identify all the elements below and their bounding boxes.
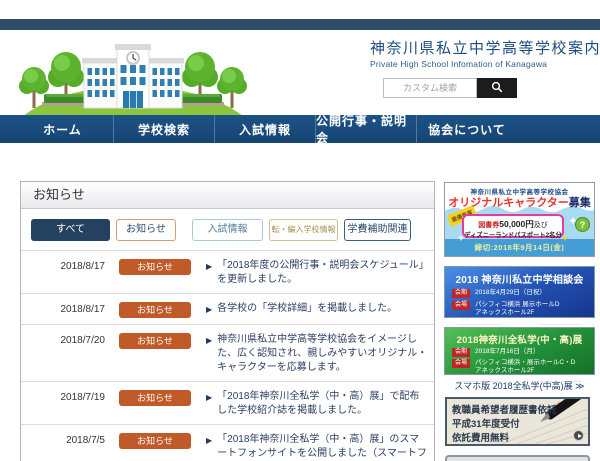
prize-amount: 50,000円: [499, 219, 534, 229]
nav-item-exam-info[interactable]: 入試情報: [214, 115, 315, 143]
tab-transfer-info[interactable]: 転・編入学校情報: [269, 219, 338, 241]
resume-banner-line2: 平成31年度受付: [452, 416, 520, 430]
news-category-badge: お知らせ: [119, 333, 191, 349]
resume-consignment-banner[interactable]: 教職員希望者履歴書依託 平成31年度受付 依託費用無料: [445, 397, 590, 446]
news-date: 2018/8/17: [21, 259, 105, 272]
tab-tuition-aid[interactable]: 学費補助関連: [344, 219, 411, 241]
news-date: 2018/8/17: [21, 302, 105, 315]
news-link[interactable]: 各学校の「学校詳細」を掲載しました。: [217, 302, 397, 317]
private-school-expo-banner[interactable]: 2018神奈川全私学(中・高)展 会期 2018年7月16日（月） 会場 パシフ…: [444, 327, 595, 375]
triangle-bullet-icon: ▶: [206, 433, 212, 461]
nav-item-home[interactable]: ホーム: [12, 115, 113, 143]
event-date: 2018年4月29日（日祝）: [475, 289, 546, 299]
news-row: 2018/7/20 お知らせ ▶神奈川県私立中学高等学校協会をイメージした、広く…: [21, 324, 434, 381]
tab-news[interactable]: お知らせ: [116, 219, 176, 241]
news-link[interactable]: 「2018年度の公開行事・説明会スケジュール」を更新しました。: [217, 259, 428, 287]
venue-line2: アネックスホール2F: [475, 367, 534, 374]
news-link[interactable]: 「2018年神奈川全私学（中・高）展」のスマートフォンサイトを公開しました（スマ…: [217, 433, 428, 461]
search-input[interactable]: [383, 78, 477, 98]
title-suffix: 募集: [569, 197, 591, 209]
triangle-bullet-icon: ▶: [206, 259, 212, 287]
nav-item-about[interactable]: 協会について: [416, 115, 517, 143]
character-recruitment-banner[interactable]: 神奈川県私立中学高等学校協会 オリジナルキャラクター募集 最優秀賞 図書券50,…: [444, 182, 595, 257]
news-category-badge: お知らせ: [119, 390, 191, 406]
magnifier-icon: [491, 81, 503, 96]
news-category-badge: お知らせ: [119, 302, 191, 318]
resume-banner-line1: 教職員希望者履歴書依託: [452, 402, 557, 416]
news-row: 2018/8/17 お知らせ ▶「2018年度の公開行事・説明会スケジュール」を…: [21, 250, 434, 293]
venue-line2: アネックスホール2F: [475, 309, 534, 316]
event-date-badge: 会期: [452, 348, 470, 357]
news-row: 2018/7/19 お知らせ ▶「2018年神奈川全私学（中・高）展」で配布した…: [21, 381, 434, 424]
news-panel: お知らせ すべて お知らせ 入試情報 転・編入学校情報 学費補助関連 2018/…: [20, 181, 435, 461]
search-button[interactable]: [477, 78, 517, 98]
venue-line1: パシフィコ横浜・展示ホールC・D: [475, 359, 575, 366]
partial-bottom-banner[interactable]: [445, 455, 590, 461]
tab-exam-info[interactable]: 入試情報: [192, 219, 263, 241]
event-venue-badge: 会場: [452, 301, 470, 310]
triangle-bullet-icon: ▶: [206, 333, 212, 375]
resume-banner-line3: 依託費用無料: [452, 430, 509, 444]
news-row: 2018/7/5 お知らせ ▶「2018年神奈川全私学（中・高）展」のスマートフ…: [21, 424, 434, 461]
event-date: 2018年7月16日（月）: [475, 348, 539, 358]
venue-line1: パシフィコ横浜 展示ホールD: [475, 301, 559, 308]
consultation-event-banner[interactable]: 2018 神奈川私立中学相談会 会期 2018年4月29日（日祝） 会場 パシフ…: [444, 266, 595, 318]
triangle-bullet-icon: ▶: [206, 302, 212, 317]
event-title: 2018 神奈川私立中学相談会: [452, 271, 587, 286]
search-bar: [383, 78, 517, 98]
tab-all[interactable]: すべて: [31, 219, 110, 241]
prize-and: 及び: [534, 222, 548, 229]
news-date: 2018/7/19: [21, 390, 105, 403]
site-title-block: 神奈川県私立中学高等学校案内 Private High School Infom…: [370, 37, 598, 69]
top-navy-strip: [0, 19, 600, 30]
school-illustration: [8, 36, 258, 115]
news-date: 2018/7/5: [21, 433, 105, 446]
page: 神奈川県私立中学高等学校案内 Private High School Infom…: [0, 0, 600, 461]
prize-label: 図書券: [478, 222, 499, 229]
prize-line2: ディズニーランドパスポート2名分: [464, 230, 562, 239]
news-filter-tabs: すべて お知らせ 入試情報 転・編入学校情報 学費補助関連: [21, 209, 434, 250]
news-date: 2018/7/20: [21, 333, 105, 346]
main-nav: ホーム 学校検索 入試情報 公開行事・説明会 協会について: [0, 115, 600, 143]
triangle-bullet-icon: ▶: [206, 390, 212, 418]
event-venue: パシフィコ横浜・展示ホールC・Dアネックスホール2F: [475, 359, 575, 376]
news-link[interactable]: 「2018年神奈川全私学（中・高）展」で配布した学校紹介誌を掲載しました。: [217, 390, 428, 418]
nav-item-events[interactable]: 公開行事・説明会: [315, 115, 416, 143]
deadline-text: 締切:2018年9月14日(金): [445, 242, 594, 253]
event-date-badge: 会期: [452, 289, 470, 298]
play-arrow-icon: [573, 430, 584, 441]
page-title: 神奈川県私立中学高等学校案内: [370, 37, 598, 58]
prize-box: 図書券50,000円及び ディズニーランドパスポート2名分: [462, 214, 564, 238]
news-category-badge: お知らせ: [119, 259, 191, 275]
news-link[interactable]: 神奈川県私立中学高等学校協会をイメージした、広く認知され、親しみやすいオリジナル…: [217, 333, 428, 375]
event-venue: パシフィコ横浜 展示ホールDアネックスホール2F: [475, 301, 559, 318]
mascot-question-icon: ?: [575, 217, 590, 232]
event-venue-badge: 会場: [452, 359, 470, 368]
nav-item-school-search[interactable]: 学校検索: [113, 115, 214, 143]
news-row: 2018/8/17 お知らせ ▶ 各学校の「学校詳細」を掲載しました。: [21, 293, 434, 324]
event-title: 2018神奈川全私学(中・高)展: [452, 332, 587, 346]
smartphone-site-link[interactable]: スマホ版 2018全私学(中高)展 ≫: [444, 379, 595, 392]
page-subtitle: Private High School Infomation of Kanaga…: [370, 59, 598, 69]
news-category-badge: お知らせ: [119, 433, 191, 449]
news-panel-title: お知らせ: [21, 182, 434, 209]
